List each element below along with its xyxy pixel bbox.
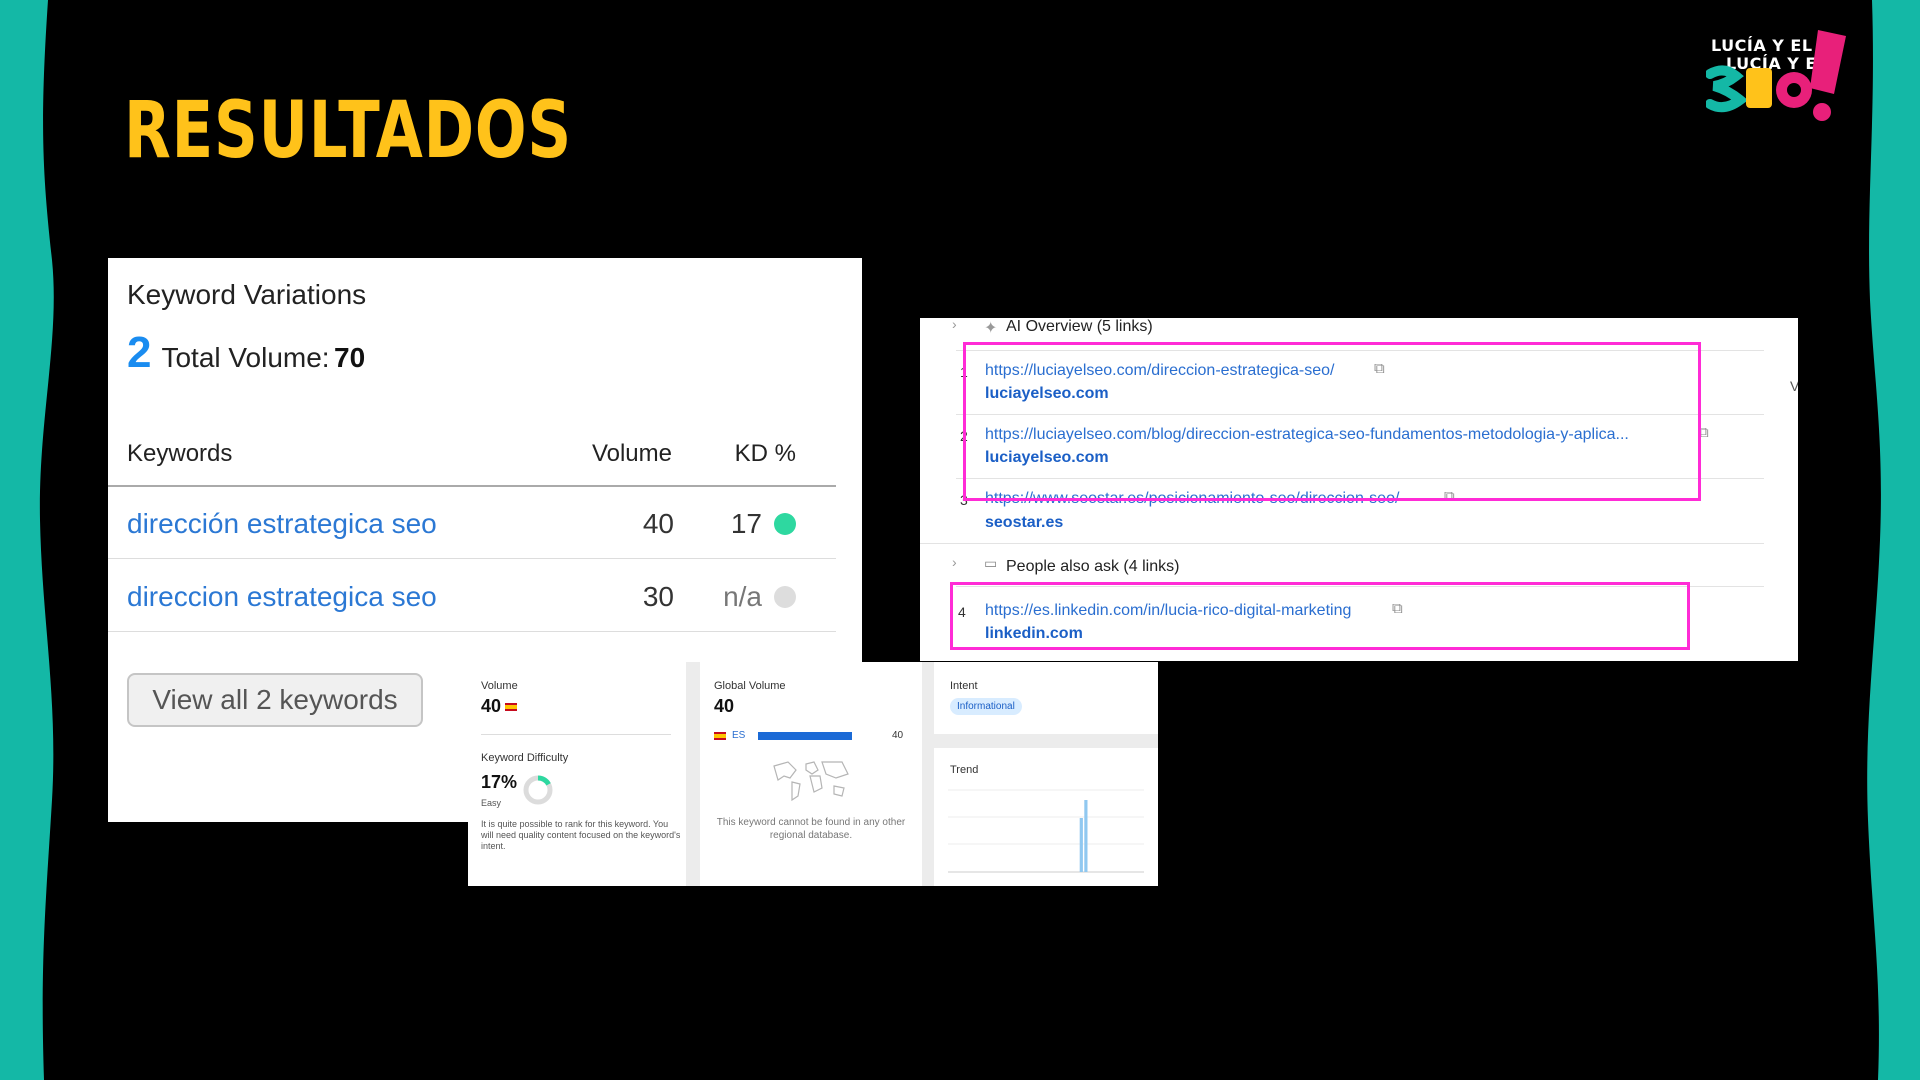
volume-value: 40 — [481, 696, 502, 716]
keyword-kd: 17 — [730, 508, 762, 539]
chevron-right-icon[interactable]: › — [952, 554, 957, 570]
total-volume-value: 70 — [334, 342, 366, 373]
difficulty-description: It is quite possible to rank for this ke… — [481, 819, 681, 851]
highlight-box-linkedin — [950, 582, 1690, 650]
column-header-volume[interactable]: Volume — [592, 440, 672, 468]
keyword-difficulty-label: Keyword Difficulty — [481, 752, 569, 764]
keyword-kd: n/a — [723, 581, 762, 612]
trend-label: Trend — [950, 764, 979, 776]
keyword-overview-panel: Volume 40 Keyword Difficulty 17% Easy It… — [468, 662, 1158, 886]
global-volume-value: 40 — [714, 696, 735, 716]
keyword-difficulty-level: Easy — [481, 798, 502, 808]
total-summary: 2 Total Volume: 70 — [127, 328, 365, 378]
teal-wave-left — [0, 0, 70, 1080]
country-volume-bar-track — [758, 732, 852, 740]
chevron-right-icon[interactable]: › — [952, 318, 957, 332]
map-note: This keyword cannot be found in any othe… — [716, 817, 906, 841]
header-divider — [108, 485, 836, 487]
ai-overview-toggle[interactable]: AI Overview (5 links) — [1006, 318, 1153, 336]
intent-label: Intent — [950, 680, 978, 692]
keyword-volume: 40 — [642, 508, 674, 539]
teal-wave-right — [1860, 0, 1920, 1080]
logo-seo-mark — [1706, 30, 1846, 121]
world-map-icon — [773, 761, 849, 802]
kd-na-indicator-icon — [774, 586, 796, 608]
column-header-kd[interactable]: KD % — [735, 440, 796, 468]
row-divider — [108, 631, 836, 632]
keyword-volume: 30 — [642, 581, 674, 612]
intent-badge: Informational — [950, 698, 1022, 715]
chat-bubble-icon: ▭ — [984, 555, 998, 571]
slide-title: RESULTADOS — [124, 86, 573, 176]
country-volume-bar — [758, 732, 852, 740]
row-divider — [108, 558, 836, 559]
spain-flag-icon — [714, 732, 726, 740]
total-volume: Total Volume: 70 — [161, 342, 365, 374]
country-volume-value: 40 — [892, 730, 904, 741]
brand-logo: LUCÍA Y EL LUCÍA Y EL — [1706, 28, 1858, 124]
total-volume-label: Total Volume: — [161, 342, 330, 373]
country-code: ES — [732, 730, 746, 741]
serp-results-panel: › ✦ AI Overview (5 links) 1 https://luci… — [920, 318, 1798, 661]
row-divider — [920, 543, 1764, 544]
trend-bar — [1084, 800, 1088, 872]
global-volume-label: Global Volume — [714, 680, 786, 692]
keyword-difficulty-value: 17% — [481, 772, 518, 792]
volume-card: Volume 40 Keyword Difficulty 17% Easy It… — [468, 662, 686, 886]
global-volume-card: Global Volume 40 ES 40 This keyword cann… — [700, 662, 922, 886]
card-divider — [481, 734, 671, 735]
highlight-box-own-results — [963, 342, 1701, 501]
column-header-keywords[interactable]: Keywords — [127, 440, 232, 468]
people-also-ask-toggle[interactable]: People also ask (4 links) — [1006, 558, 1179, 576]
clipped-column-text: V — [1790, 378, 1798, 394]
intent-card: Intent Informational — [934, 662, 1158, 734]
sparkle-icon: ✦ — [984, 320, 998, 337]
kd-easy-indicator-icon — [774, 513, 796, 535]
trend-chart — [948, 789, 1144, 873]
panel-title: Keyword Variations — [127, 279, 367, 310]
result-domain: seostar.es — [985, 514, 1064, 531]
view-all-keywords-button[interactable]: View all 2 keywords — [127, 673, 423, 727]
keyword-count: 2 — [127, 328, 152, 377]
volume-value-wrap: 40 — [481, 696, 518, 717]
keyword-link[interactable]: direccion estrategica seo — [127, 581, 437, 613]
spain-flag-icon — [505, 703, 518, 712]
difficulty-donut-icon — [523, 775, 553, 805]
trend-card: Trend — [934, 748, 1158, 886]
volume-label: Volume — [481, 680, 518, 692]
trend-bar — [1079, 818, 1083, 872]
keyword-link[interactable]: dirección estrategica seo — [127, 508, 437, 540]
